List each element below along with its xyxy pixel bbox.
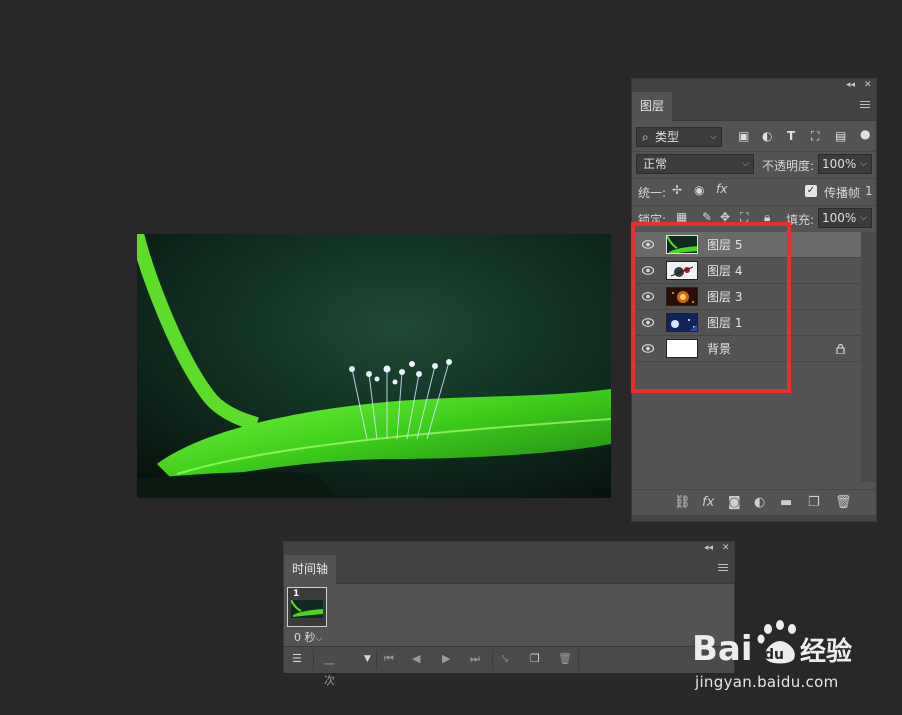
opacity-label: 不透明度: [762,159,815,173]
loop-option-value: 一次 [324,658,335,687]
panel-topbar: ◂◂ ✕ [632,79,876,92]
lock-icon[interactable] [836,344,845,354]
tab-timeline[interactable]: 时间轴 [284,555,337,584]
timeline-toolbar: ☰ 一次 ▼ ⏮︎ ◀︎ ▶︎ ⏭︎ ⤥ ❐ 🗑︎ [284,646,734,687]
collapse-icon[interactable]: ◂◂ [704,542,713,555]
fill-input[interactable]: 100% ⌵ [818,208,872,228]
watermark-url: jingyan.baidu.com [695,673,839,691]
type-filter-icon[interactable]: T [787,129,795,143]
new-group-icon[interactable]: ▬ [780,495,792,510]
delete-frame-icon[interactable]: 🗑︎ [558,652,572,665]
chevron-down-icon: ⌵ [860,159,867,169]
new-layer-icon[interactable]: ❐ [808,495,820,510]
previous-frame-icon[interactable]: ◀︎ [412,652,420,665]
close-icon[interactable]: ✕ [864,79,872,92]
delete-layer-icon[interactable]: 🗑︎ [835,495,852,510]
panel-menu-icon[interactable] [718,564,728,572]
brand-latin: Bai [692,629,753,669]
baidu-jingyan-watermark: Bai du 经验 jingyan.baidu.com [690,615,890,695]
panel-resize-grip[interactable] [632,515,876,521]
unify-row: 统一: ✢ ◉ fx ✓ 传播帧 1 [632,179,876,205]
chevron-down-icon[interactable]: ▼ [364,654,371,664]
layer-style-icon[interactable]: fx [702,495,714,510]
highlight-box [631,222,791,393]
panel-menu-icon[interactable] [860,101,870,109]
unify-position-icon[interactable]: ✢ [672,183,682,197]
frame-delay-value: 0 秒 [294,631,316,644]
close-icon[interactable]: ✕ [722,542,730,555]
propagate-checkbox[interactable]: ✓ [805,185,817,197]
add-mask-icon[interactable]: ◙ [728,495,741,510]
panel-topbar: ◂◂ ✕ [284,542,734,555]
layers-footer: ⛓ fx ◙ ◐ ▬ ❐ 🗑︎ [632,489,876,516]
svg-text:du: du [764,647,784,663]
layers-tab-row: 图层 [632,92,876,121]
opacity-input[interactable]: 100% ⌵ [818,154,872,174]
next-frame-icon[interactable]: ⏭︎ [470,652,480,666]
propagate-value: 1 [865,184,873,198]
timeline-tab-row: 时间轴 [284,555,734,584]
blend-mode-value: 正常 [643,157,668,171]
chevron-down-icon: ⌵ [742,159,749,169]
chevron-down-icon: ⌵ [315,634,323,644]
convert-timeline-icon[interactable]: ☰ [292,652,302,665]
opacity-value: 100% [822,157,857,171]
blend-mode-dropdown[interactable]: 正常 ⌵ [636,154,754,174]
propagate-label: 传播帧 [824,186,861,200]
adjustment-filter-icon[interactable]: ◐ [762,129,772,143]
unify-label: 统一: [638,186,667,200]
frame-number: 1 [293,589,300,599]
duplicate-frame-icon[interactable]: ❐ [530,652,540,665]
fill-value: 100% [822,211,857,225]
filter-kind-value: 类型 [655,130,680,144]
first-frame-icon[interactable]: ⏮︎ [384,652,394,666]
blend-row: 正常 ⌵ 不透明度: 100% ⌵ [632,152,876,178]
smart-object-filter-icon[interactable]: ▤ [835,129,846,143]
search-icon: ⌕ [642,130,649,144]
unify-visibility-icon[interactable]: ◉ [694,183,704,197]
pixel-filter-icon[interactable]: ▣ [738,129,749,143]
tween-icon[interactable]: ⤥ [502,652,508,666]
shape-filter-icon[interactable]: ⛶ [811,129,819,144]
filter-row: ⌕ 类型 ⌵ ▣ ◐ T ⛶ ▤ ● [632,125,876,151]
frame-delay[interactable]: 0 秒⌵ [294,629,322,645]
canvas-image[interactable] [137,234,611,498]
brand-cn: 经验 [800,636,852,667]
animation-frame[interactable]: 1 [287,587,327,627]
link-layers-icon[interactable]: ⛓ [674,495,691,510]
collapse-icon[interactable]: ◂◂ [846,79,855,92]
timeline-panel: ◂◂ ✕ 时间轴 1 0 秒⌵ ☰ 一次 ▼ ⏮︎ ◀︎ ▶︎ ⏭︎ ⤥ ❐ 🗑… [283,541,735,687]
chevron-down-icon: ⌵ [860,213,867,223]
filter-toggle-icon[interactable]: ● [860,127,870,141]
baidu-logo: Bai du 经验 [692,620,852,669]
adjustment-layer-icon[interactable]: ◐ [754,495,765,510]
layers-scrollbar[interactable] [861,232,876,482]
tab-layers[interactable]: 图层 [632,92,673,121]
frame-thumbnail [291,600,323,618]
filter-kind-dropdown[interactable]: ⌕ 类型 ⌵ [636,127,722,147]
unify-style-icon[interactable]: fx [716,182,727,196]
play-icon[interactable]: ▶︎ [442,652,450,665]
chevron-down-icon: ⌵ [710,132,717,142]
